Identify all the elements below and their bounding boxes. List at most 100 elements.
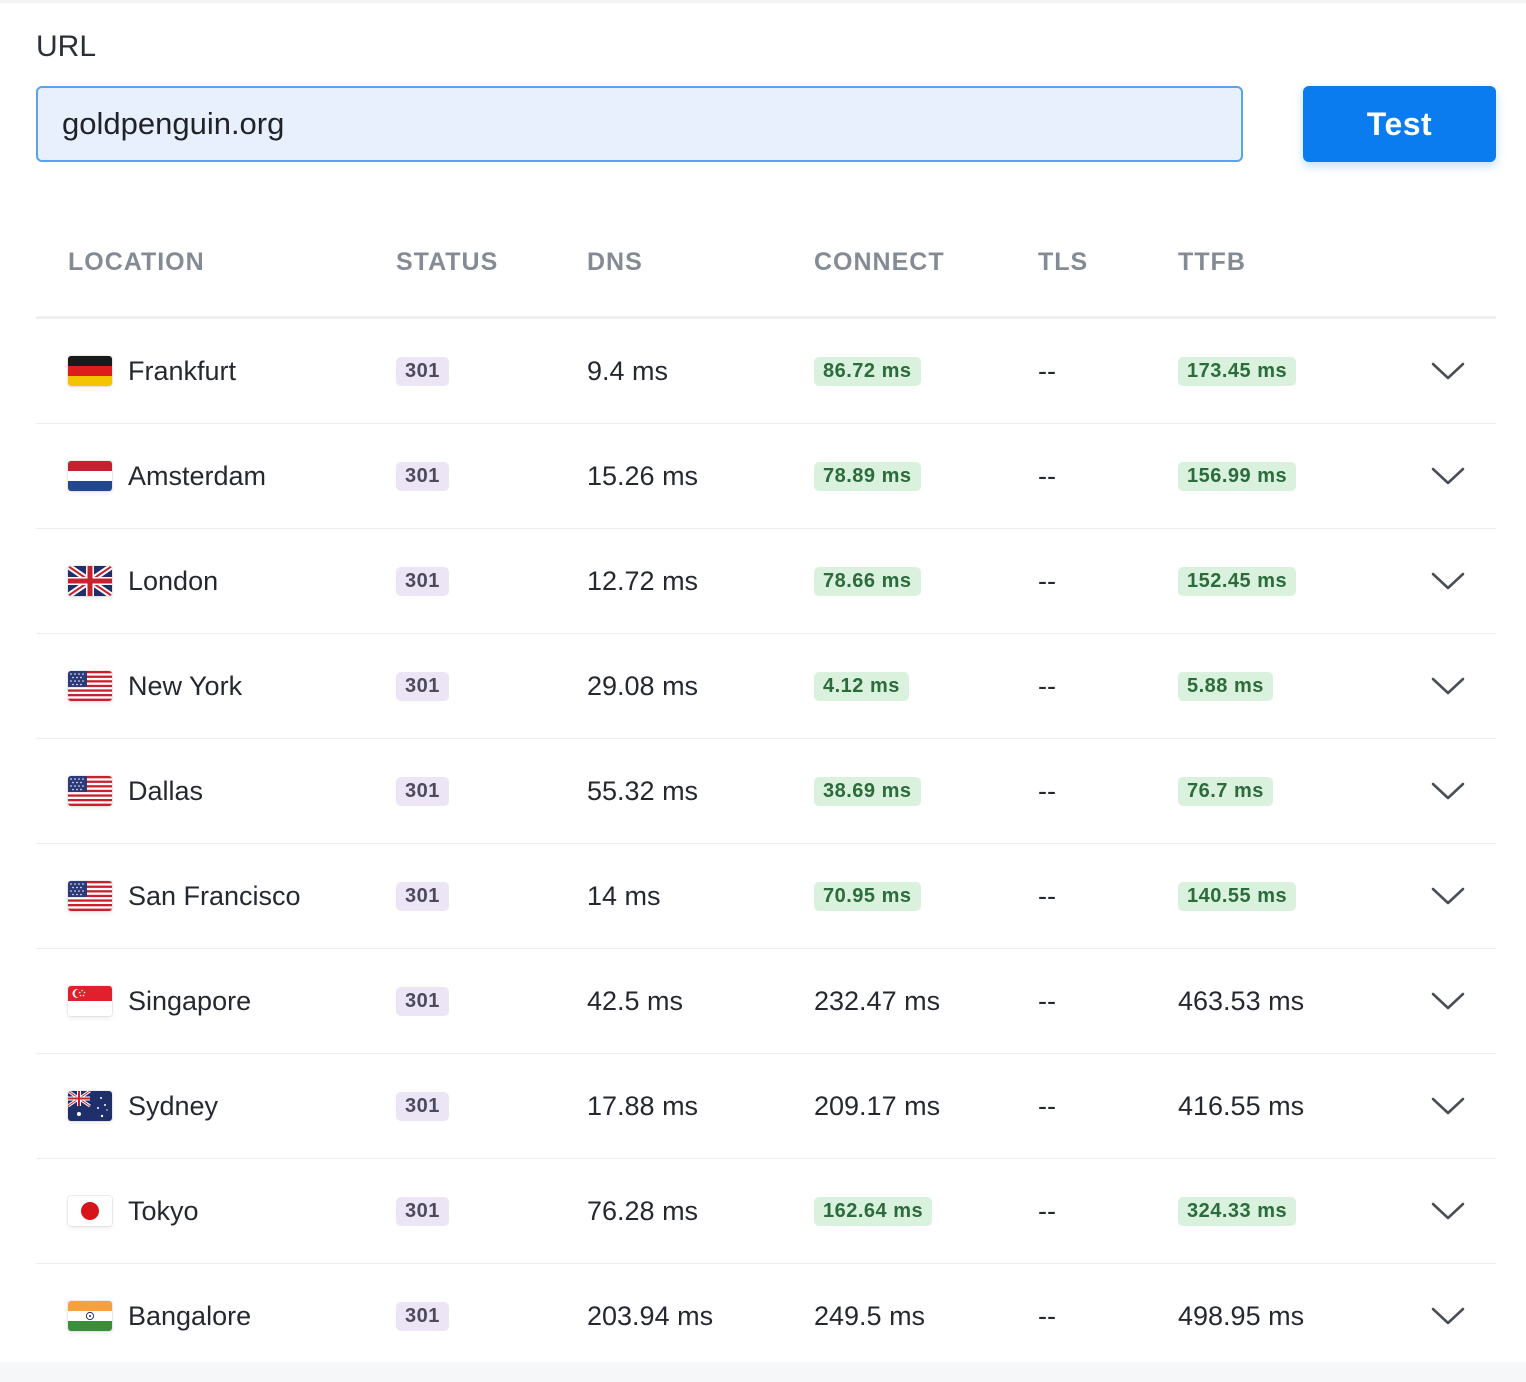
location-name: Dallas [128,775,204,806]
us-flag-icon [68,671,112,701]
connect-value: 38.69 ms [814,776,921,806]
location-name: Frankfurt [128,355,237,386]
expand-row-button[interactable] [1430,529,1466,633]
ttfb-cell: 498.95 ms [1178,1264,1304,1368]
table-row[interactable]: Dallas 301 55.32 ms 38.69 ms -- 76.7 ms [36,739,1496,844]
chevron-down-icon[interactable] [1430,674,1466,698]
table-row[interactable]: New York 301 29.08 ms 4.12 ms -- 5.88 ms [36,634,1496,739]
table-row[interactable]: Bangalore 301 203.94 ms 249.5 ms -- 498.95 ms [36,1264,1496,1368]
ttfb-cell: 463.53 ms [1178,949,1304,1053]
singapore-flag-icon [68,986,112,1016]
column-header-connect: CONNECT [814,248,945,276]
status-cell: 301 [396,739,449,843]
expand-row-button[interactable] [1430,949,1466,1053]
ttfb-cell: 140.55 ms [1178,844,1297,948]
status-badge: 301 [396,1091,449,1121]
location-name: Bangalore [128,1300,252,1331]
column-header-status: STATUS [396,248,499,276]
dns-cell: 14 ms [587,844,661,948]
australia-flag-icon [68,1091,112,1121]
tls-cell: -- [1038,424,1056,528]
ttfb-cell: 152.45 ms [1178,529,1297,633]
status-cell: 301 [396,949,449,1053]
connect-value: 86.72 ms [814,356,921,386]
tls-cell: -- [1038,319,1056,423]
expand-row-button[interactable] [1430,739,1466,843]
expand-row-button[interactable] [1430,634,1466,738]
tls-cell: -- [1038,1264,1056,1368]
us-flag-icon [68,776,112,806]
tls-cell: -- [1038,634,1056,738]
table-row[interactable]: Sydney 301 17.88 ms 209.17 ms -- 416.55 ms [36,1054,1496,1159]
tls-value: -- [1038,880,1056,911]
location-name: Amsterdam [128,460,267,491]
expand-row-button[interactable] [1430,1054,1466,1158]
dns-value: 76.28 ms [587,1195,699,1226]
location-name: Tokyo [128,1195,199,1226]
dns-cell: 17.88 ms [587,1054,698,1158]
dns-cell: 76.28 ms [587,1159,698,1263]
us-flag-icon [68,881,112,911]
dns-cell: 42.5 ms [587,949,683,1053]
dns-value: 9.4 ms [587,355,669,386]
chevron-down-icon[interactable] [1430,884,1466,908]
chevron-down-icon[interactable] [1430,1304,1466,1328]
connect-cell: 70.95 ms [814,844,921,948]
uk-flag-icon [68,566,112,596]
ttfb-cell: 416.55 ms [1178,1054,1304,1158]
tls-value: -- [1038,1090,1056,1121]
dns-value: 17.88 ms [587,1090,699,1121]
chevron-down-icon[interactable] [1430,464,1466,488]
table-row[interactable]: Singapore 301 42.5 ms 232.47 ms -- 463.53 ms [36,949,1496,1054]
expand-row-button[interactable] [1430,1159,1466,1263]
dns-value: 55.32 ms [587,775,699,806]
chevron-down-icon[interactable] [1430,1094,1466,1118]
url-input[interactable] [36,86,1243,162]
connect-cell: 78.89 ms [814,424,921,528]
tls-cell: -- [1038,949,1056,1053]
tls-value: -- [1038,670,1056,701]
location-cell: Singapore [68,949,251,1053]
connect-value: 162.64 ms [814,1196,933,1226]
table-row[interactable]: Frankfurt 301 9.4 ms 86.72 ms -- 173.45 ms [36,319,1496,424]
expand-row-button[interactable] [1430,424,1466,528]
connect-cell: 86.72 ms [814,319,921,423]
tls-value: -- [1038,565,1056,596]
table-header: LOCATION STATUS DNS CONNECT TLS TTFB [36,210,1496,319]
status-cell: 301 [396,1159,449,1263]
tls-cell: -- [1038,1054,1056,1158]
tls-value: -- [1038,775,1056,806]
tls-value: -- [1038,1300,1056,1331]
table-row[interactable]: Tokyo 301 76.28 ms 162.64 ms -- 324.33 ms [36,1159,1496,1264]
test-button[interactable]: Test [1303,86,1496,162]
expand-row-button[interactable] [1430,1264,1466,1368]
table-row[interactable]: San Francisco 301 14 ms 70.95 ms -- 140.55 ms [36,844,1496,949]
chevron-down-icon[interactable] [1430,359,1466,383]
status-cell: 301 [396,634,449,738]
status-cell: 301 [396,529,449,633]
chevron-down-icon[interactable] [1430,779,1466,803]
status-cell: 301 [396,1054,449,1158]
chevron-down-icon[interactable] [1430,1199,1466,1223]
chevron-down-icon[interactable] [1430,989,1466,1013]
dns-cell: 9.4 ms [587,319,668,423]
expand-row-button[interactable] [1430,319,1466,423]
location-cell: London [68,529,218,633]
ttfb-cell: 324.33 ms [1178,1159,1297,1263]
tls-cell: -- [1038,1159,1056,1263]
connect-cell: 38.69 ms [814,739,921,843]
location-cell: San Francisco [68,844,301,948]
ttfb-cell: 156.99 ms [1178,424,1297,528]
ttfb-cell: 76.7 ms [1178,739,1273,843]
column-header-location: LOCATION [68,248,205,276]
expand-row-button[interactable] [1430,844,1466,948]
status-badge: 301 [396,881,449,911]
table-row[interactable]: London 301 12.72 ms 78.66 ms -- 152.45 ms [36,529,1496,634]
ttfb-cell: 173.45 ms [1178,319,1297,423]
results-table: LOCATION STATUS DNS CONNECT TLS TTFB Fra… [36,210,1496,1368]
chevron-down-icon[interactable] [1430,569,1466,593]
dns-value: 12.72 ms [587,565,699,596]
table-row[interactable]: Amsterdam 301 15.26 ms 78.89 ms -- 156.99 ms [36,424,1496,529]
connect-cell: 232.47 ms [814,949,940,1053]
location-name: London [128,565,219,596]
